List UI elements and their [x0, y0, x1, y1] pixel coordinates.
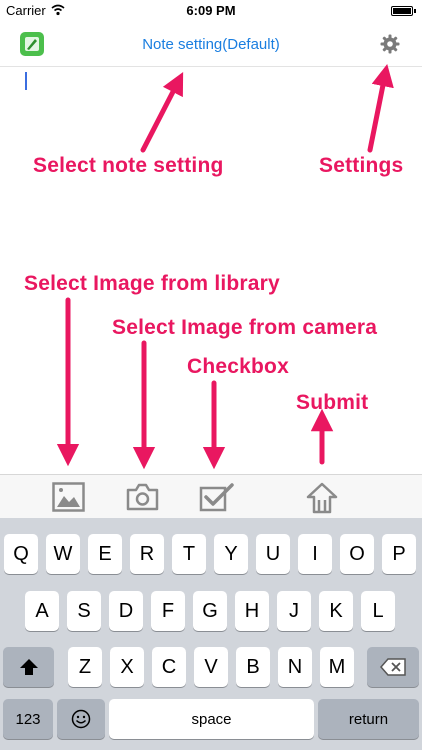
key-d[interactable]: D: [109, 591, 143, 631]
keyboard: QWERTYUIOP ASDFGHJKL ZXCVBNM 123 space r…: [0, 518, 422, 750]
status-time: 6:09 PM: [186, 3, 236, 18]
key-w[interactable]: W: [46, 534, 80, 574]
key-b[interactable]: B: [236, 647, 270, 687]
emoji-icon: [71, 709, 91, 729]
battery-icon: [391, 6, 416, 16]
key-v[interactable]: V: [194, 647, 228, 687]
gear-icon[interactable]: [380, 34, 400, 54]
key-f[interactable]: F: [151, 591, 185, 631]
key-n[interactable]: N: [278, 647, 312, 687]
numbers-key[interactable]: 123: [3, 699, 53, 739]
shift-icon: [19, 659, 38, 675]
text-cursor[interactable]: [25, 72, 27, 90]
shift-key[interactable]: [3, 647, 54, 687]
key-l[interactable]: L: [361, 591, 395, 631]
submit-upload-icon[interactable]: [305, 482, 339, 514]
key-i[interactable]: I: [298, 534, 332, 574]
space-key[interactable]: space: [109, 699, 314, 739]
arrow-note-setting: [140, 71, 184, 153]
annotation-submit: Submit: [296, 391, 369, 414]
key-c[interactable]: C: [152, 647, 186, 687]
key-x[interactable]: X: [110, 647, 144, 687]
annotation-select-image-camera: Select Image from camera: [112, 316, 378, 339]
key-k[interactable]: K: [319, 591, 353, 631]
annotation-checkbox: Checkbox: [187, 355, 289, 378]
key-h[interactable]: H: [235, 591, 269, 631]
key-u[interactable]: U: [256, 534, 290, 574]
key-r[interactable]: R: [130, 534, 164, 574]
key-g[interactable]: G: [193, 591, 227, 631]
key-z[interactable]: Z: [68, 647, 102, 687]
return-key[interactable]: return: [318, 699, 419, 739]
key-y[interactable]: Y: [214, 534, 248, 574]
key-p[interactable]: P: [382, 534, 416, 574]
key-a[interactable]: A: [25, 591, 59, 631]
annotation-select-image-library: Select Image from library: [24, 272, 280, 295]
image-library-icon[interactable]: [52, 482, 85, 512]
arrow-settings: [367, 63, 394, 153]
key-e[interactable]: E: [88, 534, 122, 574]
camera-icon[interactable]: [126, 482, 159, 512]
annotation-settings: Settings: [319, 154, 404, 177]
key-o[interactable]: O: [340, 534, 374, 574]
annotation-select-note-setting: Select note setting: [33, 154, 224, 177]
key-t[interactable]: T: [172, 534, 206, 574]
key-s[interactable]: S: [67, 591, 101, 631]
status-bar: Carrier 6:09 PM: [0, 0, 422, 22]
checkbox-icon[interactable]: [199, 482, 235, 512]
editor-toolbar: [0, 474, 422, 519]
backspace-icon: [380, 658, 406, 676]
emoji-key[interactable]: [57, 699, 105, 739]
note-setting-title[interactable]: Note setting(Default): [0, 36, 422, 53]
key-m[interactable]: M: [320, 647, 354, 687]
delete-key[interactable]: [367, 647, 419, 687]
key-q[interactable]: Q: [4, 534, 38, 574]
nav-bar: Note setting(Default): [0, 22, 422, 67]
key-j[interactable]: J: [277, 591, 311, 631]
